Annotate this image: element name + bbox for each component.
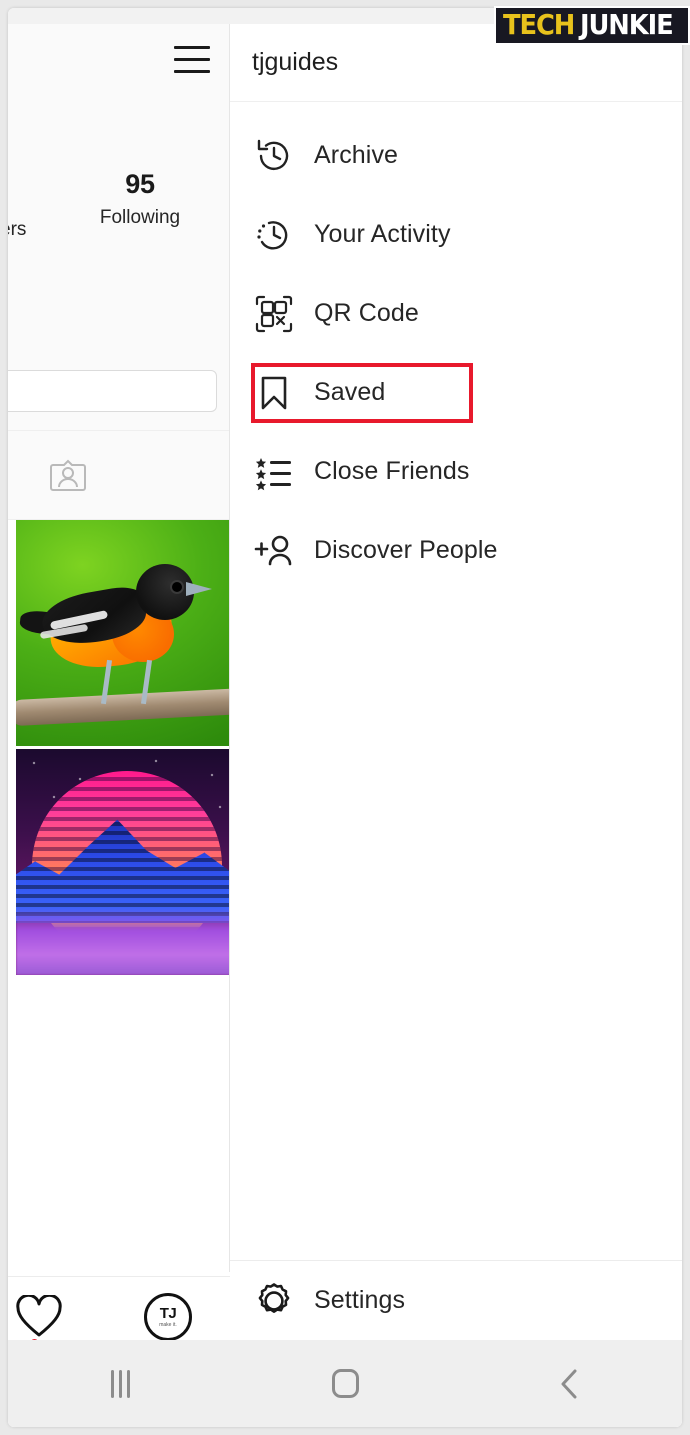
menu-item-archive-label: Archive (314, 141, 399, 169)
discover-people-icon (252, 529, 296, 573)
following-stat[interactable]: 95 Following (86, 169, 194, 229)
menu-item-saved[interactable]: Saved (230, 353, 682, 432)
watermark-tech: TECH (502, 8, 575, 41)
recents-button[interactable] (8, 1340, 233, 1427)
screenshot-root: 95 Following ers (0, 0, 690, 1435)
menu-username: tjguides (252, 48, 339, 76)
bird-beak (186, 582, 212, 596)
profile-header: 95 Following ers (8, 24, 230, 431)
tagged-photos-icon[interactable] (50, 459, 86, 492)
following-count: 95 (125, 169, 155, 199)
post-synthwave-image (16, 749, 230, 975)
menu-item-close-friends-label: Close Friends (314, 457, 470, 485)
post-bird-image (16, 520, 230, 746)
home-button[interactable] (233, 1340, 458, 1427)
bookmark-saved-icon (252, 371, 296, 415)
post-grid (16, 520, 230, 978)
menu-item-discover-people-label: Discover People (314, 536, 498, 564)
branch-shape (16, 687, 230, 727)
profile-tab-bar (8, 431, 230, 520)
post-synthwave[interactable] (16, 749, 230, 975)
watermark-junkie: JUNKIE (580, 8, 674, 41)
menu-footer: Settings (230, 1260, 682, 1340)
following-label: Following (99, 207, 181, 228)
fog-shape (16, 907, 230, 975)
android-system-nav (8, 1340, 682, 1427)
menu-item-qr-code[interactable]: QR Code (230, 274, 682, 353)
menu-item-qr-code-label: QR Code (314, 299, 419, 327)
menu-item-your-activity-label: Your Activity (314, 220, 451, 248)
archive-clock-icon (252, 134, 296, 178)
recents-icon (110, 1369, 130, 1398)
home-icon (331, 1369, 359, 1398)
back-icon (557, 1367, 583, 1401)
phone-surface: 95 Following ers (8, 8, 682, 1427)
gear-icon (252, 1279, 296, 1323)
menu-list: Archive Your Activity QR Code Saved Clos… (230, 102, 682, 590)
avatar-initials: TJ (159, 1305, 177, 1322)
bird-eye (172, 582, 182, 592)
menu-item-saved-label: Saved (314, 378, 386, 406)
hamburger-icon[interactable] (174, 46, 210, 73)
activity-heart-icon[interactable] (16, 1295, 62, 1339)
menu-item-archive[interactable]: Archive (230, 116, 682, 195)
post-bird[interactable] (16, 520, 230, 746)
side-menu-panel: tjguides Archive Your Activity QR Code S… (230, 24, 682, 1427)
edit-profile-button[interactable] (8, 370, 217, 412)
menu-item-settings[interactable]: Settings (230, 1261, 682, 1340)
profile-column: 95 Following ers (8, 24, 230, 1427)
menu-item-discover-people[interactable]: Discover People (230, 511, 682, 590)
avatar-sublabel: make it. (159, 1322, 177, 1328)
menu-item-settings-label: Settings (314, 1286, 406, 1314)
techjunkie-watermark: TECH JUNKIE (495, 8, 688, 43)
followers-label-clipped[interactable]: ers (8, 219, 26, 241)
close-friends-list-icon (252, 450, 296, 494)
menu-item-your-activity[interactable]: Your Activity (230, 195, 682, 274)
back-button[interactable] (457, 1340, 682, 1427)
menu-item-close-friends[interactable]: Close Friends (230, 432, 682, 511)
your-activity-clock-icon (252, 213, 296, 257)
qr-code-icon (252, 292, 296, 336)
profile-avatar[interactable]: TJ make it. (144, 1293, 192, 1341)
